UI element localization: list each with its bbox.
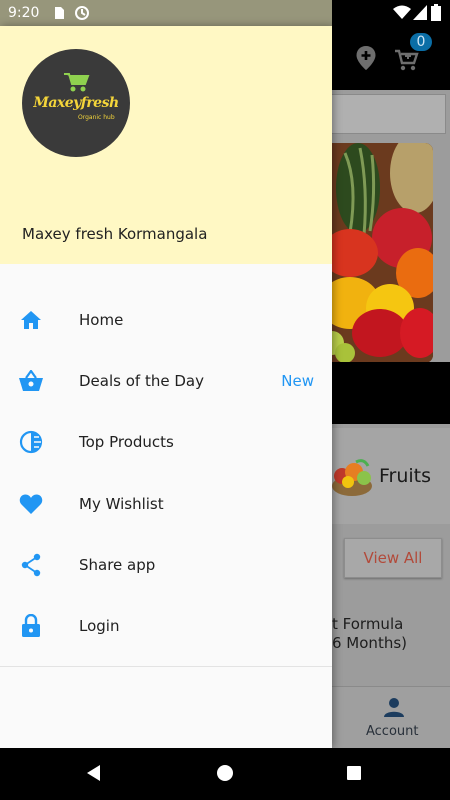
menu-item-label: Login [79,617,120,635]
menu-item-top-products[interactable]: Top Products [0,412,332,472]
sd-card-icon [55,7,64,19]
cart-count-badge: 0 [410,33,432,51]
signal-icon [413,5,427,20]
menu-item-label: My Wishlist [79,495,164,513]
fruits-basket-icon [332,459,372,496]
system-navigation-bar [0,748,450,800]
menu-item-label: Home [79,311,124,329]
wifi-icon [393,5,411,19]
drawer-divider [0,666,332,667]
location-pin-icon[interactable] [346,38,386,78]
product-title-line2: 6 Months) [332,634,407,652]
product-title[interactable]: t Formula 6 Months) [332,615,450,653]
status-bar: 9:20 [0,0,450,26]
status-time: 9:20 [8,5,40,21]
heart-icon [18,491,44,517]
recents-icon[interactable] [334,753,374,793]
drawer-header: Maxeyfresh Organic hub Maxey fresh Korma… [0,26,332,264]
navigation-drawer: Maxeyfresh Organic hub Maxey fresh Korma… [0,26,332,748]
logo-text: Maxeyfresh [33,95,119,111]
menu-item-share-app[interactable]: Share app [0,535,332,595]
sync-icon [75,6,89,20]
top-products-icon [18,429,44,455]
menu-item-my-wishlist[interactable]: My Wishlist [0,474,332,534]
product-title-line1: t Formula [332,615,404,633]
banner-image[interactable] [320,143,433,363]
menu-item-label: Share app [79,556,156,574]
menu-item-login[interactable]: Login [0,596,332,656]
menu-item-label: Deals of the Day [79,372,204,390]
home-icon [18,307,44,333]
menu-item-deals-of-the-day[interactable]: Deals of the Day New [0,351,332,411]
new-badge: New [281,372,314,390]
share-icon [18,552,44,578]
menu-item-label: Top Products [79,433,174,451]
basket-icon [18,368,44,394]
back-icon[interactable] [74,753,114,793]
account-icon[interactable] [384,697,404,719]
category-label-fruits: Fruits [379,465,432,487]
status-bar-drawer-overlay [0,0,332,26]
logo-subtext: Organic hub [78,114,115,121]
home-button-icon[interactable] [205,753,245,793]
view-all-button[interactable]: View All [344,538,442,578]
lock-icon [18,613,44,639]
store-logo: Maxeyfresh Organic hub [22,49,130,157]
store-name: Maxey fresh Kormangala [22,225,208,243]
logo-cart-icon [64,73,90,92]
battery-icon [431,4,441,21]
menu-item-home[interactable]: Home [0,290,332,350]
bottom-nav-account-label[interactable]: Account [366,724,419,739]
